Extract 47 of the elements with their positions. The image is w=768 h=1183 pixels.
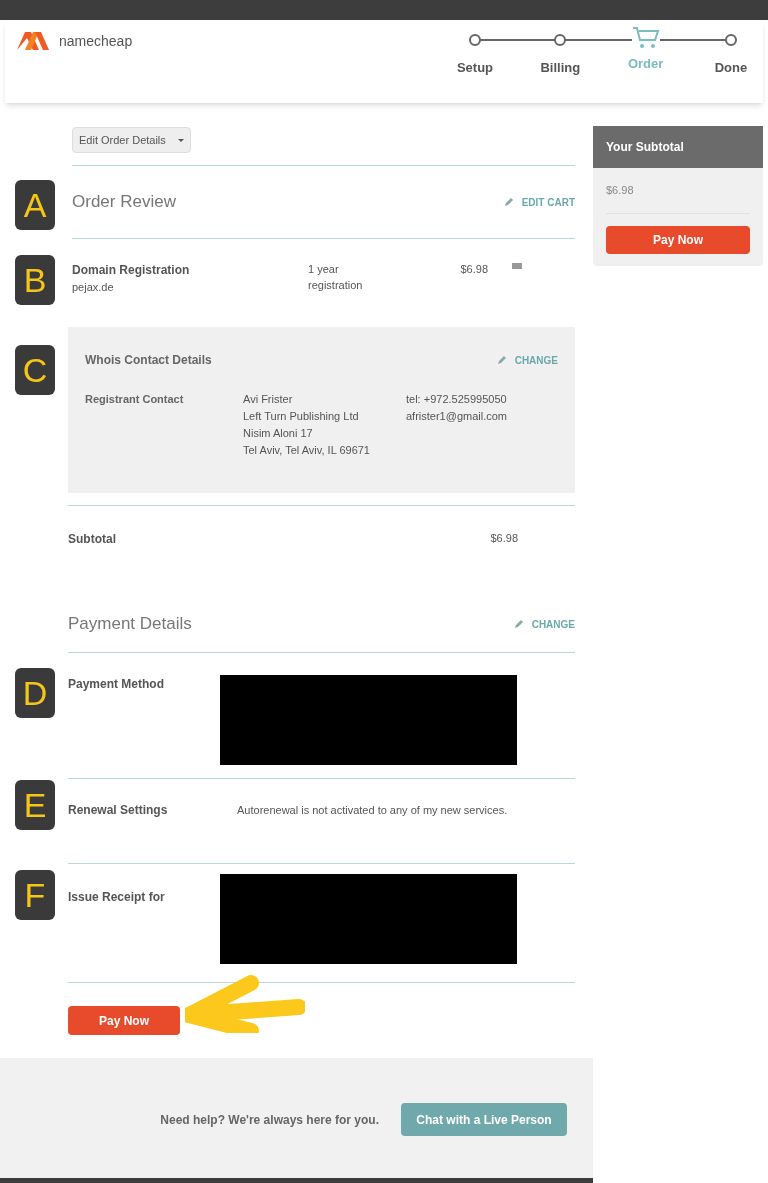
change-link[interactable]: CHANGE: [496, 352, 558, 368]
subtotal-card-title: Your Subtotal: [593, 126, 763, 168]
annotation-label: C: [15, 345, 55, 395]
address-line: Tel Aviv, Tel Aviv, IL 69671: [243, 443, 371, 458]
step-label[interactable]: Order: [627, 54, 664, 74]
pencil-icon: [503, 197, 514, 207]
renewal-text: Autorenewal is not activated to any of my new services.: [237, 802, 508, 818]
registrant-label: Registrant Contact: [85, 392, 185, 407]
item-name: Domain Registration: [72, 262, 191, 279]
help-text: Need help? We're always here for you.: [160, 1111, 379, 1129]
change-link[interactable]: CHANGE: [513, 616, 575, 632]
address-line: Left Turn Publishing Ltd: [243, 409, 360, 424]
annotation-label: E: [15, 780, 55, 830]
address-line: Avi Frister: [243, 392, 294, 407]
whois-title: Whois Contact Details: [85, 352, 212, 369]
keyboard-icon: [512, 263, 522, 269]
chat-button[interactable]: Chat with a Live Person: [401, 1103, 567, 1136]
annotation-label: A: [15, 180, 55, 230]
annotation-label: D: [15, 668, 55, 718]
item-domain: pejax.de: [72, 280, 115, 295]
item-term: 1 year registration: [308, 262, 364, 293]
step-label[interactable]: Setup: [456, 50, 494, 78]
annotation-label: F: [15, 870, 55, 920]
address-line: Nisim Aloni 17: [243, 426, 314, 441]
payment-method-label: Payment Method: [68, 676, 165, 693]
section-title: Payment Details: [68, 613, 192, 636]
pencil-icon: [496, 355, 507, 365]
contact-line: afrister1@gmail.com: [406, 409, 508, 424]
subtotal-card-amount: $6.98: [606, 168, 750, 214]
renewal-label: Renewal Settings: [68, 802, 169, 819]
section-title: Order Review: [72, 191, 176, 214]
step-label[interactable]: Billing: [540, 50, 581, 78]
edit-cart-link[interactable]: EDIT CART: [503, 194, 575, 210]
subtotal-value: $6.98: [490, 531, 518, 546]
receipt-label: Issue Receipt for: [68, 889, 166, 906]
caret-icon: [177, 138, 184, 142]
annotation-label: B: [15, 255, 55, 305]
pay-now-button[interactable]: Pay Now: [68, 1006, 180, 1035]
edit-order-dropdown[interactable]: Edit Order Details: [72, 127, 191, 153]
step-label[interactable]: Done: [714, 50, 748, 78]
contact-line: tel: +972.525995050: [406, 392, 508, 407]
logo-text: namecheap: [59, 31, 133, 51]
pay-now-button[interactable]: Pay Now: [606, 225, 750, 254]
subtotal-label: Subtotal: [68, 531, 116, 548]
pencil-icon: [513, 619, 524, 629]
logo-icon: [15, 30, 51, 52]
item-price: $6.98: [459, 262, 488, 277]
